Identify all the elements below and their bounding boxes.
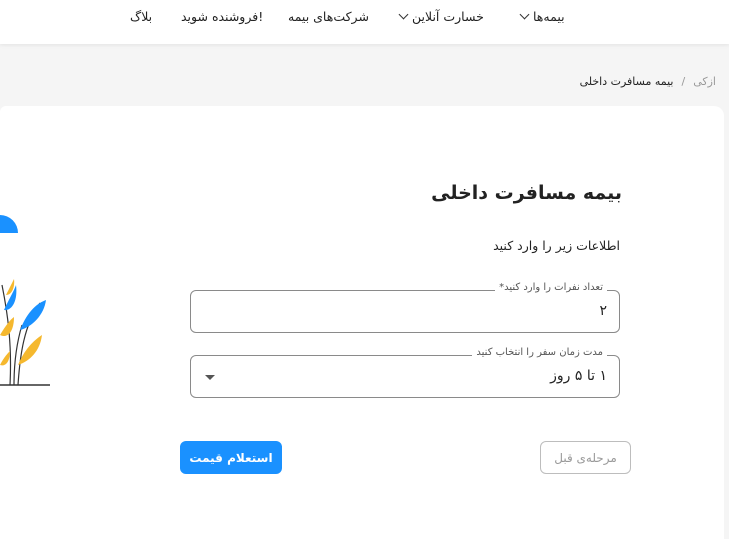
nav-item-blog[interactable]: بلاگ — [130, 9, 152, 24]
travelers-count-field[interactable]: تعداد نفرات را وارد کنید* ۲ — [190, 282, 620, 333]
nav-item-label: بیمه‌ها — [533, 9, 565, 24]
page-title: بیمه مسافرت داخلی — [431, 182, 622, 204]
nav-item-become-seller[interactable]: فروشنده شوید! — [181, 9, 263, 24]
previous-step-button[interactable]: مرحله‌ی قبل — [540, 441, 631, 474]
trip-duration-label: مدت زمان سفر را انتخاب کنید — [472, 347, 607, 358]
breadcrumb-separator: / — [681, 75, 686, 88]
nav-item-insurance-companies[interactable]: شرکت‌های بیمه — [288, 9, 369, 24]
nav-item-online-claims[interactable]: خسارت آنلاین — [398, 9, 484, 24]
breadcrumb-home-link[interactable]: ازکی — [693, 75, 716, 88]
top-navigation: بیمه‌ها خسارت آنلاین شرکت‌های بیمه فروشن… — [0, 0, 729, 44]
chevron-down-icon — [519, 9, 530, 20]
nav-item-label: فروشنده شوید! — [181, 9, 264, 24]
trip-duration-value: ۱ تا ۵ روز — [550, 368, 607, 384]
plant-illustration — [0, 215, 50, 386]
nav-item-label: شرکت‌های بیمه — [288, 9, 369, 24]
travelers-count-value: ۲ — [599, 303, 607, 319]
nav-item-label: بلاگ — [130, 9, 153, 24]
travelers-count-label: تعداد نفرات را وارد کنید* — [495, 282, 607, 293]
chevron-down-icon — [398, 9, 409, 20]
nav-item-label: خسارت آنلاین — [412, 9, 484, 24]
nav-item-insurances[interactable]: بیمه‌ها — [519, 9, 565, 24]
dropdown-caret-icon[interactable] — [205, 375, 215, 380]
breadcrumb: ازکی / بیمه مسافرت داخلی — [580, 75, 716, 88]
form-subtitle: اطلاعات زیر را وارد کنید — [493, 238, 620, 253]
get-quote-button[interactable]: استعلام قیمت — [180, 441, 282, 474]
breadcrumb-current: بیمه مسافرت داخلی — [579, 75, 674, 88]
trip-duration-select[interactable]: مدت زمان سفر را انتخاب کنید ۱ تا ۵ روز — [190, 347, 620, 398]
